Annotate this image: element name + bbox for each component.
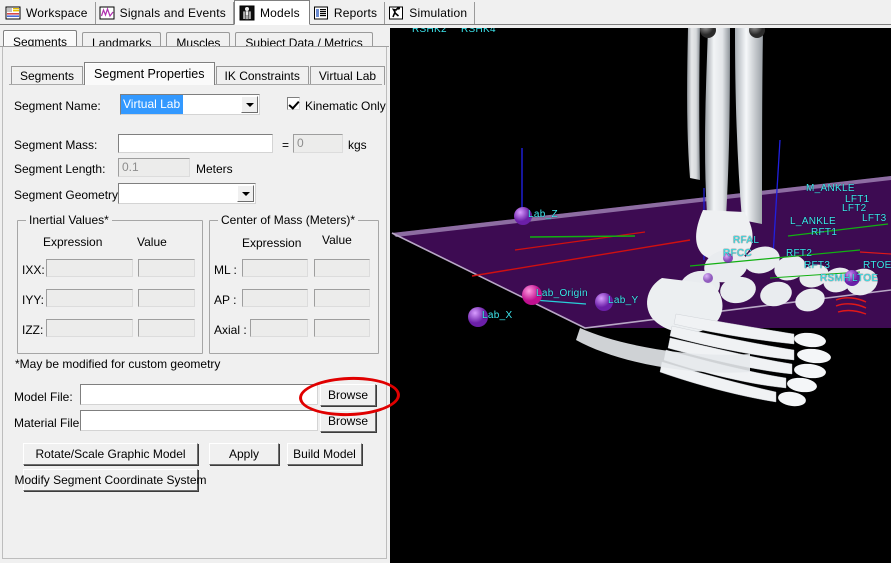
segment-name-value: Virtual Lab: [121, 95, 184, 114]
reports-document-icon: [313, 5, 329, 21]
marker-label-lab-x: Lab_X: [482, 310, 513, 321]
segment-length-input: 0.1: [118, 158, 190, 177]
3d-model-viewport[interactable]: RSHK2 RSHK4 Lab_Z Lab_Origin Lab_Y Lab_X…: [390, 28, 891, 563]
chevron-down-icon[interactable]: [241, 96, 258, 113]
inertial-row-ixx-value: [138, 259, 195, 277]
marker-label-m-ankle: M_ANKLE: [806, 183, 855, 194]
inertial-row-iyy-expression[interactable]: [46, 289, 133, 307]
marker-label-rfcc: RFCC: [723, 248, 752, 259]
equals-sign: =: [282, 138, 290, 152]
marker-label-lft3: LFT3: [862, 213, 887, 224]
inertial-row-izz-value: [138, 319, 195, 337]
model-file-browse-button[interactable]: Browse: [320, 384, 376, 406]
inertial-values-group: Inertial Values* Expression Value IXX: I…: [17, 213, 203, 354]
material-file-label: Material File:: [14, 416, 83, 430]
segment-mass-computed-value: 0: [293, 134, 343, 153]
level2-tab-ik-constraints[interactable]: IK Constraints: [215, 66, 309, 85]
segment-geometry-combobox[interactable]: [118, 183, 256, 204]
marker-label-rft3: RFT3: [804, 260, 831, 271]
segment-properties-panel: Segments Segment Properties IK Constrain…: [2, 47, 387, 559]
marker-label-rft1: RFT1: [811, 227, 838, 238]
modify-segment-coordinate-system-button[interactable]: Modify Segment Coordinate System: [14, 469, 207, 491]
models-figure-icon: [239, 5, 255, 21]
inertial-row-iyy-value: [138, 289, 195, 307]
main-tab-workspace-label: Workspace: [26, 6, 88, 20]
marker-label-ltoe: LTOE: [852, 273, 879, 284]
segment-geometry-value: [119, 184, 236, 203]
model-file-input[interactable]: [80, 384, 318, 405]
marker-label-rft2: RFT2: [786, 248, 813, 259]
build-model-button[interactable]: Build Model: [287, 443, 362, 465]
segment-length-label: Segment Length:: [14, 162, 106, 176]
segment-mass-label: Segment Mass:: [14, 138, 98, 152]
application-window: Workspace Signals and Events Models Repo…: [0, 0, 891, 563]
marker-label-rsmh: RSMH: [820, 273, 851, 284]
com-row-axial-label: Axial :: [214, 323, 247, 337]
length-units-label: Meters: [196, 162, 233, 176]
com-row-ap-value: [314, 289, 370, 307]
com-row-ml-label: ML :: [214, 263, 237, 277]
inertial-values-title: Inertial Values*: [26, 213, 112, 227]
main-tab-simulation-label: Simulation: [409, 6, 468, 20]
marker-label-rshk4: RSHK4: [461, 28, 496, 35]
material-file-browse-button[interactable]: Browse: [320, 410, 376, 432]
com-col-expression: Expression: [242, 236, 302, 250]
level2-tab-virtual-lab[interactable]: Virtual Lab: [309, 66, 386, 85]
rotate-scale-graphic-model-button[interactable]: Rotate/Scale Graphic Model: [23, 443, 198, 465]
marker-label-rfal: RFAL: [733, 235, 760, 246]
segment-mass-input[interactable]: [118, 134, 273, 153]
inertial-row-ixx-expression[interactable]: [46, 259, 133, 277]
workspace-grid-icon: [5, 5, 21, 21]
inertial-row-izz-label: IZZ:: [22, 323, 44, 337]
com-row-axial-value: [314, 319, 370, 337]
center-of-mass-title: Center of Mass (Meters)*: [218, 213, 359, 227]
segment-name-label: Segment Name:: [14, 99, 101, 113]
inertial-col-expression: Expression: [43, 235, 103, 249]
simulation-runner-icon: [388, 5, 404, 21]
marker-label-lab-origin: Lab_Origin: [536, 288, 588, 299]
kinematic-only-checkbox[interactable]: [287, 97, 300, 110]
main-tab-workspace[interactable]: Workspace: [2, 2, 96, 24]
main-tab-reports-label: Reports: [333, 6, 378, 20]
inertial-col-value: Value: [137, 235, 167, 249]
com-row-ap-expression[interactable]: [242, 289, 308, 307]
segment-geometry-label: Segment Geometry:: [14, 188, 122, 202]
signal-wave-icon: [99, 5, 115, 21]
com-row-ap-label: AP :: [214, 293, 237, 307]
inertial-row-iyy-label: IYY:: [22, 293, 45, 307]
marker-label-l-ankle: L_ANKLE: [790, 216, 837, 227]
level2-tab-segments[interactable]: Segments: [11, 66, 84, 85]
custom-geometry-footnote: *May be modified for custom geometry: [15, 357, 221, 371]
level2-tab-segment-properties[interactable]: Segment Properties: [84, 62, 215, 85]
main-tab-reports[interactable]: Reports: [309, 2, 386, 24]
chevron-down-icon[interactable]: [237, 185, 254, 202]
main-tab-models[interactable]: Models: [233, 0, 310, 25]
model-file-label: Model File:: [14, 390, 73, 404]
marker-label-lab-y: Lab_Y: [608, 295, 639, 306]
main-tab-signals-and-events-label: Signals and Events: [119, 6, 226, 20]
center-of-mass-group: Center of Mass (Meters)* Expression Valu…: [209, 213, 379, 354]
marker-label-lab-z: Lab_Z: [528, 209, 558, 220]
mass-units-label: kgs: [348, 138, 367, 152]
main-tab-bar: Workspace Signals and Events Models Repo…: [0, 0, 891, 25]
main-tab-signals-and-events[interactable]: Signals and Events: [95, 2, 234, 24]
com-row-ml-expression[interactable]: [242, 259, 308, 277]
material-file-input[interactable]: [80, 410, 318, 431]
com-col-value: Value: [322, 233, 352, 247]
marker-label-rshk2: RSHK2: [412, 28, 447, 35]
inertial-row-izz-expression[interactable]: [46, 319, 133, 337]
main-tab-simulation[interactable]: Simulation: [385, 2, 476, 24]
main-tab-models-label: Models: [259, 5, 300, 20]
segment-name-combobox[interactable]: Virtual Lab: [120, 94, 260, 115]
com-row-ml-value: [314, 259, 370, 277]
3d-scene-graphic: [390, 28, 891, 563]
apply-button[interactable]: Apply: [209, 443, 279, 465]
marker-label-rtoe: RTOE: [863, 260, 891, 271]
inertial-row-ixx-label: IXX:: [22, 263, 45, 277]
level2-tab-strip: Segments Segment Properties IK Constrain…: [11, 62, 386, 85]
com-row-axial-expression[interactable]: [250, 319, 308, 337]
kinematic-only-label: Kinematic Only: [305, 99, 386, 113]
